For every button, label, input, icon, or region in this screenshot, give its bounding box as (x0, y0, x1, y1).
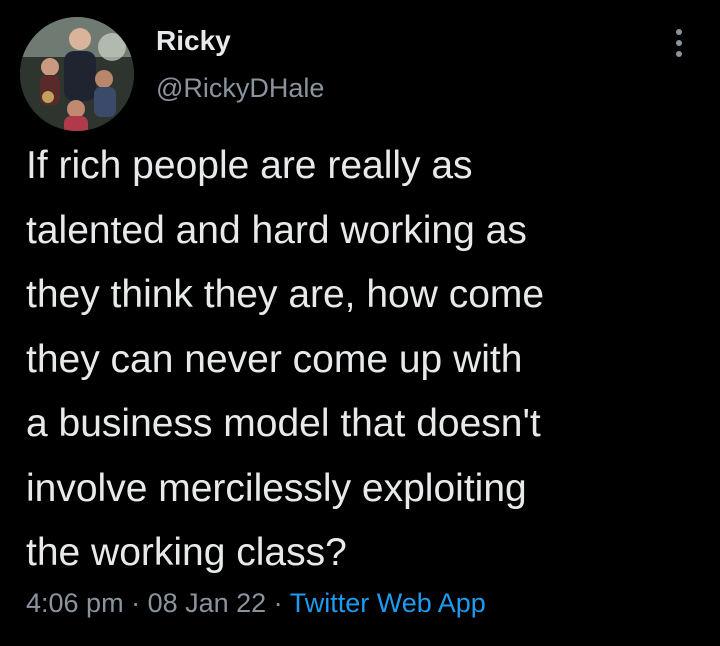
avatar-image (20, 17, 134, 131)
tweet-text-line: they can never come up with (26, 337, 523, 381)
tweet-meta: 4:06 pm · 08 Jan 22 · Twitter Web App (26, 588, 486, 619)
meta-separator: · (123, 588, 148, 618)
tweet-source-link[interactable]: Twitter Web App (290, 588, 486, 618)
tweet-text-line: If rich people are really as (26, 144, 473, 187)
meta-separator: · (266, 588, 290, 618)
user-handle[interactable]: @RickyDHale (156, 73, 324, 104)
tweet-card: Ricky @RickyDHale If rich people are rea… (0, 0, 720, 646)
tweet-text-line: the working class? (26, 531, 347, 574)
display-name[interactable]: Ricky (156, 25, 231, 57)
tweet-text-line: talented and hard working as (26, 208, 527, 252)
tweet-text-line: a business model that doesn't (26, 402, 541, 445)
avatar[interactable] (20, 17, 134, 131)
tweet-text: If rich people are really as talented an… (26, 134, 706, 586)
tweet-time[interactable]: 4:06 pm (26, 588, 124, 618)
tweet-text-line: involve mercilessly exploiting (26, 466, 527, 510)
tweet-date[interactable]: 08 Jan 22 (148, 588, 267, 618)
more-vertical-icon[interactable] (668, 26, 690, 60)
tweet-text-line: they think they are, how come (26, 273, 545, 316)
